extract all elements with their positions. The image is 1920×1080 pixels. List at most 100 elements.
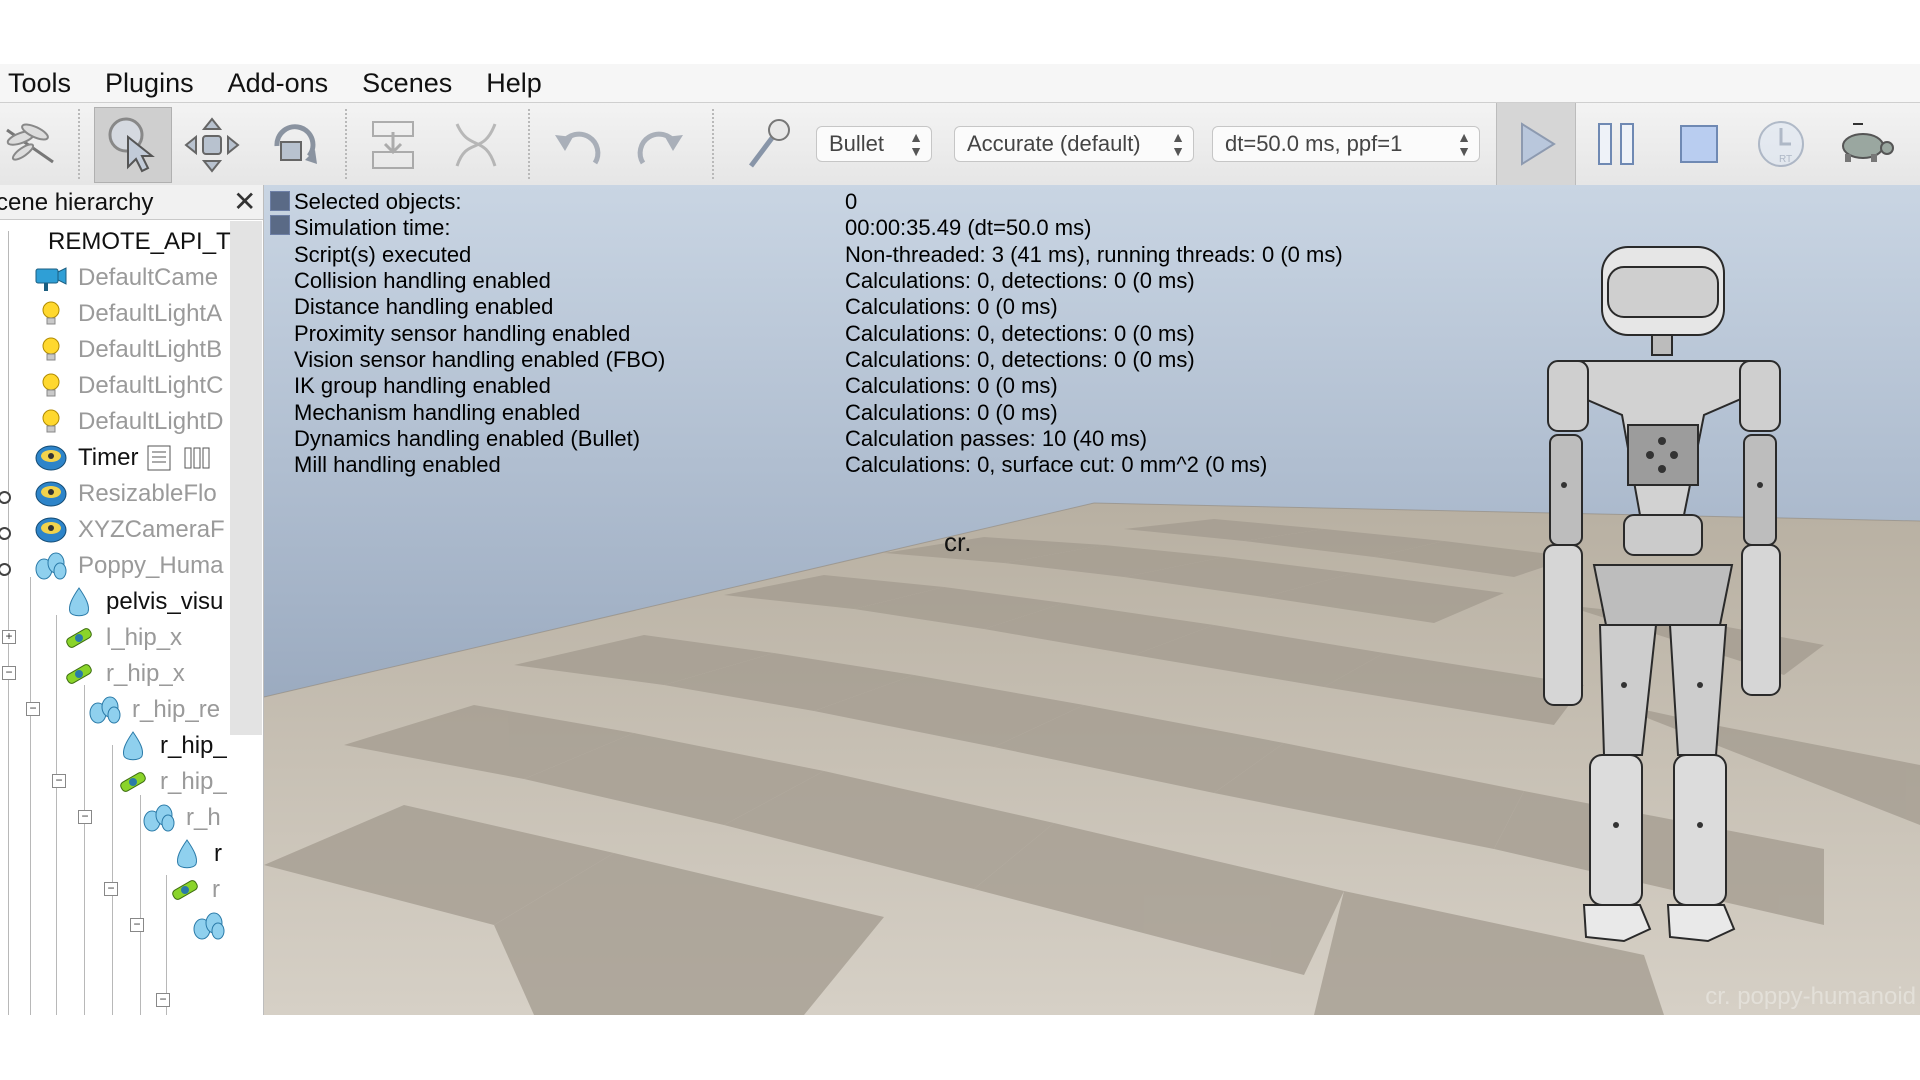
info-value: Calculations: 0, detections: 0 (0 ms) <box>845 268 1195 293</box>
info-label: Collision handling enabled <box>294 268 551 293</box>
physics-engine-select[interactable]: Bullet ▲ ▼ <box>816 126 932 162</box>
tree-item-xyzcamera[interactable]: XYZCameraF <box>34 512 225 548</box>
tree-item-l-hip-x[interactable]: l_hip_x <box>62 620 182 656</box>
accuracy-value: Accurate (default) <box>967 131 1141 156</box>
tree-item-r-hip-x[interactable]: r_hip_x <box>62 656 185 692</box>
slow-down-button[interactable] <box>1826 103 1904 185</box>
scene-viewport[interactable]: Selected objects: 0 Simulation time: 00:… <box>264 185 1920 1015</box>
tree-item-defaultlightc[interactable]: DefaultLightC <box>34 368 223 404</box>
tree-line <box>140 795 141 1015</box>
info-value: Calculation passes: 10 (40 ms) <box>845 426 1148 451</box>
assemble-button[interactable] <box>362 113 426 177</box>
menu-addons[interactable]: Add-ons <box>228 68 329 99</box>
collapse-icon[interactable]: − <box>78 810 92 824</box>
timestep-select[interactable]: dt=50.0 ms, ppf=1 ▲ ▼ <box>1212 126 1480 162</box>
transfer-dna-button[interactable] <box>444 113 508 177</box>
rotate-object-button[interactable] <box>262 113 326 177</box>
move-object-button[interactable] <box>180 113 244 177</box>
tree-line <box>30 577 31 1015</box>
tree-item-timer[interactable]: Timer <box>34 440 224 476</box>
stop-simulation-button[interactable] <box>1660 103 1738 185</box>
scene-hierarchy-title: cene hierarchy <box>0 189 154 216</box>
light-icon <box>34 297 68 331</box>
menu-help[interactable]: Help <box>486 68 542 99</box>
tree-item-nested-group[interactable] <box>192 908 236 944</box>
tree-item-label: r_hip_x <box>106 660 185 687</box>
tree-item-defaultlightb[interactable]: DefaultLightB <box>34 332 222 368</box>
collapse-icon[interactable]: − <box>130 918 144 932</box>
dummy-icon <box>34 513 68 547</box>
info-label: IK group handling enabled <box>294 373 551 398</box>
collapse-icon[interactable]: − <box>52 774 66 788</box>
tree-item-r-hip-z[interactable]: r_hip_ <box>116 764 227 800</box>
tree-root[interactable]: REMOTE_API_T <box>48 224 231 260</box>
child-script-dot <box>0 563 11 576</box>
child-script-dot <box>0 491 11 504</box>
tree-item-label: Timer <box>78 444 139 471</box>
physics-engine-value: Bullet <box>829 131 885 156</box>
scene-hierarchy-header: cene hierarchy ✕ <box>0 185 263 220</box>
dynamics-settings-icon[interactable] <box>736 113 800 177</box>
tree-item-resizablefloor[interactable]: ResizableFlo <box>34 476 217 512</box>
tree-item-label: XYZCameraF <box>78 516 225 543</box>
collapse-icon[interactable]: − <box>156 993 170 1007</box>
menu-tools[interactable]: Tools <box>8 68 71 99</box>
info-value: Calculations: 0, detections: 0 (0 ms) <box>845 347 1195 372</box>
tree-item-label: DefaultLightC <box>78 372 224 399</box>
tree-item-defaultcamera[interactable]: DefaultCame <box>34 260 218 296</box>
tree-item-r-hip-visual[interactable]: r_hip_ <box>116 728 227 764</box>
tree-item-r-joint[interactable]: r <box>168 872 220 908</box>
collapse-icon[interactable]: − <box>104 882 118 896</box>
camera-icon <box>34 261 68 295</box>
chevron-updown-icon: ▲ ▼ <box>909 129 923 159</box>
info-value: Calculations: 0 (0 ms) <box>845 400 1058 425</box>
expand-icon[interactable]: + <box>2 630 16 644</box>
scene-floating-text: cr. <box>944 527 972 557</box>
hierarchy-scrollbar[interactable] <box>230 221 262 735</box>
tree-item-r-visual[interactable]: r <box>170 836 222 872</box>
custom-ui-icon[interactable] <box>180 441 214 475</box>
timestep-value: dt=50.0 ms, ppf=1 <box>1225 131 1403 156</box>
tree-item-defaultlighta[interactable]: DefaultLightA <box>34 296 222 332</box>
tree-item-label: l_hip_x <box>106 624 183 651</box>
overlay-toggle-checkbox[interactable] <box>270 215 290 235</box>
tree-item-label: r_hip_re <box>132 696 221 723</box>
overlay-toggle-checkbox[interactable] <box>270 191 290 211</box>
shape-group-icon <box>34 549 68 583</box>
start-simulation-button[interactable] <box>1496 103 1576 185</box>
tree-item-poppy-humanoid[interactable]: Poppy_Huma <box>34 548 223 584</box>
tree-item-label: r <box>212 876 220 903</box>
camera-pan-button[interactable] <box>94 107 172 183</box>
tree-item-label: DefaultCame <box>78 264 219 291</box>
tree-item-label: r_h <box>186 804 221 831</box>
close-icon[interactable]: ✕ <box>233 185 256 218</box>
tree-item-label: r <box>214 840 222 867</box>
turtle-icon <box>1842 123 1894 162</box>
dummy-icon <box>34 441 68 475</box>
dummy-icon <box>34 477 68 511</box>
tree-item-pelvis-visual[interactable]: pelvis_visu <box>62 584 223 620</box>
info-label: Vision sensor handling enabled (FBO) <box>294 347 666 372</box>
menu-bar: Tools Plugins Add-ons Scenes Help <box>0 64 1920 103</box>
pause-simulation-button[interactable] <box>1578 103 1656 185</box>
real-time-mode-button[interactable]: RT <box>1742 103 1820 185</box>
collapse-icon[interactable]: − <box>2 666 16 680</box>
tree-item-label: DefaultLightB <box>78 336 223 363</box>
joint-icon <box>62 657 96 691</box>
menu-plugins[interactable]: Plugins <box>105 68 194 99</box>
undo-icon[interactable] <box>546 113 610 177</box>
tree-item-label: DefaultLightA <box>78 300 223 327</box>
info-value: Calculations: 0 (0 ms) <box>845 294 1058 319</box>
dragonfly-icon[interactable] <box>0 113 64 177</box>
joint-icon <box>168 873 202 907</box>
tree-item-r-hip-respondable[interactable]: r_hip_re <box>88 692 220 728</box>
script-icon[interactable] <box>142 441 176 475</box>
info-label: Proximity sensor handling enabled <box>294 321 631 346</box>
collapse-icon[interactable]: − <box>26 702 40 716</box>
tree-item-r-hip-shape[interactable]: r_h <box>142 800 221 836</box>
tree-item-defaultlightd[interactable]: DefaultLightD <box>34 404 223 440</box>
menu-scenes[interactable]: Scenes <box>362 68 452 99</box>
redo-icon[interactable] <box>628 113 692 177</box>
accuracy-select[interactable]: Accurate (default) ▲ ▼ <box>954 126 1194 162</box>
shape-icon <box>62 585 96 619</box>
